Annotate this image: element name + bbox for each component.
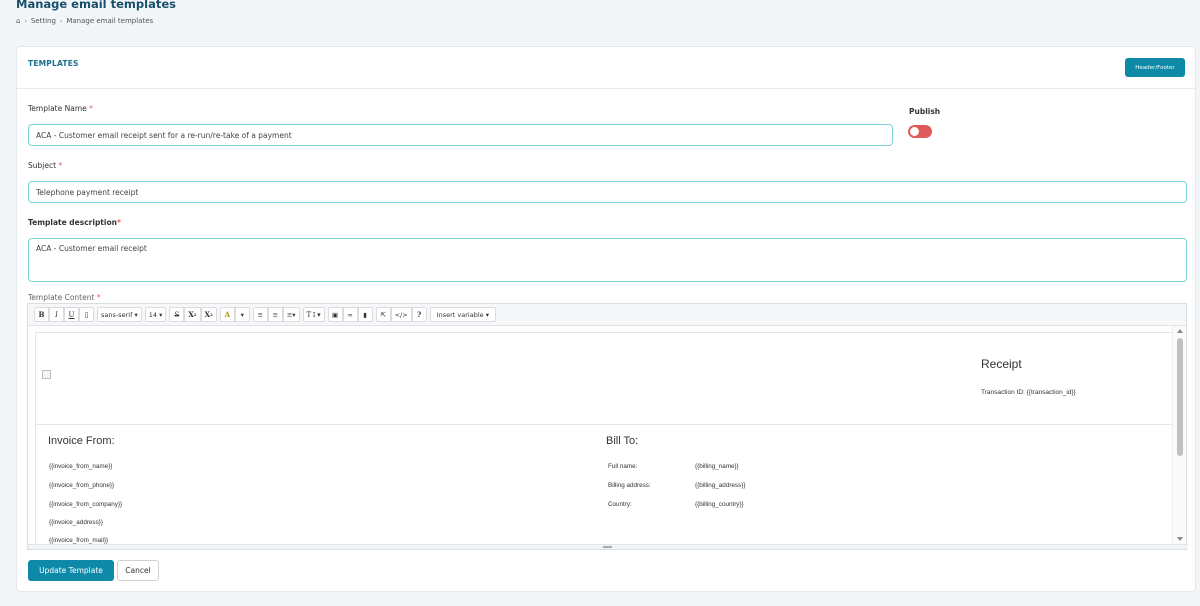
subject-input[interactable]: Telephone payment receipt: [28, 181, 1187, 203]
font-family-select[interactable]: sans-serif ▾: [97, 307, 142, 322]
chevron-right-icon: ›: [24, 17, 27, 25]
editor-resize-handle[interactable]: [28, 544, 1188, 549]
invoice-from-field: {{invoice_from_name}}: [49, 463, 113, 470]
bill-to-title: Bill To:: [606, 435, 639, 447]
description-label: Template description*: [28, 218, 121, 227]
breadcrumb-current: Manage email templates: [66, 17, 154, 25]
home-icon[interactable]: ⌂: [16, 17, 20, 25]
color-dropdown-icon[interactable]: ▾: [234, 307, 250, 322]
update-template-button[interactable]: Update Template: [28, 560, 114, 581]
video-icon[interactable]: ▮: [357, 307, 373, 322]
bill-to-value: {{billing_address}}: [695, 482, 746, 489]
content-label: Template Content *: [28, 293, 101, 302]
editor-toolbar: B I U ▯ sans-serif ▾ 14 ▾ S X2 X2 A ▾ ≡ …: [28, 304, 1186, 326]
strikethrough-button[interactable]: S: [169, 307, 185, 322]
line-height-icon[interactable]: T↕▾: [302, 307, 325, 322]
invoice-from-field: {{invoice_from_phone}}: [49, 482, 115, 489]
bill-to-label: Billing address:: [608, 482, 651, 489]
cancel-button[interactable]: Cancel: [117, 560, 159, 581]
code-view-button[interactable]: </>: [390, 307, 412, 322]
numbered-list-icon[interactable]: ≡: [267, 307, 283, 322]
scroll-up-icon[interactable]: [1177, 329, 1183, 333]
help-button[interactable]: ?: [411, 307, 427, 322]
bullet-list-icon[interactable]: ≡: [252, 307, 268, 322]
breadcrumb: ⌂ › Setting › Manage email templates: [16, 17, 153, 25]
invoice-from-field: {{invoice_from_mail}}: [49, 537, 109, 544]
bill-to-label: Country:: [608, 501, 632, 508]
description-textarea[interactable]: ACA - Customer email receipt: [28, 238, 1187, 282]
link-icon[interactable]: ∞: [342, 307, 358, 322]
image-icon[interactable]: ▣: [327, 307, 343, 322]
templates-card: TEMPLATES Header/Footer Template Name * …: [16, 46, 1196, 592]
page-title: Manage email templates: [16, 0, 176, 11]
underline-button[interactable]: U: [64, 307, 79, 322]
highlight-color-button[interactable]: A: [219, 307, 235, 322]
template-name-input[interactable]: ACA - Customer email receipt sent for a …: [28, 124, 893, 146]
bold-button[interactable]: B: [34, 307, 49, 322]
subject-label: Subject *: [28, 161, 63, 170]
transaction-id: Transaction ID: {{transaction_id}}: [981, 389, 1076, 396]
chevron-right-icon: ›: [59, 17, 63, 25]
align-icon[interactable]: ≡▾: [282, 307, 300, 322]
scroll-down-icon[interactable]: [1177, 537, 1183, 541]
superscript-button[interactable]: X2: [184, 307, 201, 322]
subscript-button[interactable]: X2: [200, 307, 217, 322]
font-size-select[interactable]: 14 ▾: [144, 307, 167, 322]
insert-variable-dropdown[interactable]: Insert variable ▾: [429, 307, 496, 322]
bill-to-label: Full name:: [608, 463, 638, 470]
card-title: TEMPLATES: [28, 59, 79, 68]
editor-content[interactable]: Receipt Transaction ID: {{transaction_id…: [28, 326, 1173, 545]
italic-button[interactable]: I: [49, 307, 64, 322]
editor-scrollbar[interactable]: [1172, 326, 1186, 545]
broken-image-icon: [42, 370, 51, 379]
invoice-from-field: {{invoice_from_company}}: [49, 501, 123, 508]
publish-label: Publish: [909, 107, 941, 116]
email-template-preview: Receipt Transaction ID: {{transaction_id…: [35, 332, 1173, 545]
breadcrumb-setting[interactable]: Setting: [31, 17, 56, 25]
card-header: TEMPLATES Header/Footer: [17, 47, 1195, 89]
receipt-title: Receipt: [981, 357, 1022, 371]
invoice-from-title: Invoice From:: [48, 435, 115, 447]
bill-to-value: {{billing_name}}: [695, 463, 739, 470]
template-name-label: Template Name *: [28, 104, 93, 113]
fullscreen-icon[interactable]: ⇱: [375, 307, 391, 322]
invoice-from-field: {{invoice_address}}: [49, 519, 103, 526]
rich-text-editor: B I U ▯ sans-serif ▾ 14 ▾ S X2 X2 A ▾ ≡ …: [27, 303, 1188, 550]
header-footer-button[interactable]: Header/Footer: [1125, 58, 1185, 77]
bill-to-value: {{billing_country}}: [695, 501, 744, 508]
publish-toggle[interactable]: [908, 125, 932, 138]
eraser-icon[interactable]: ▯: [79, 307, 94, 322]
scroll-thumb[interactable]: [1177, 338, 1183, 456]
